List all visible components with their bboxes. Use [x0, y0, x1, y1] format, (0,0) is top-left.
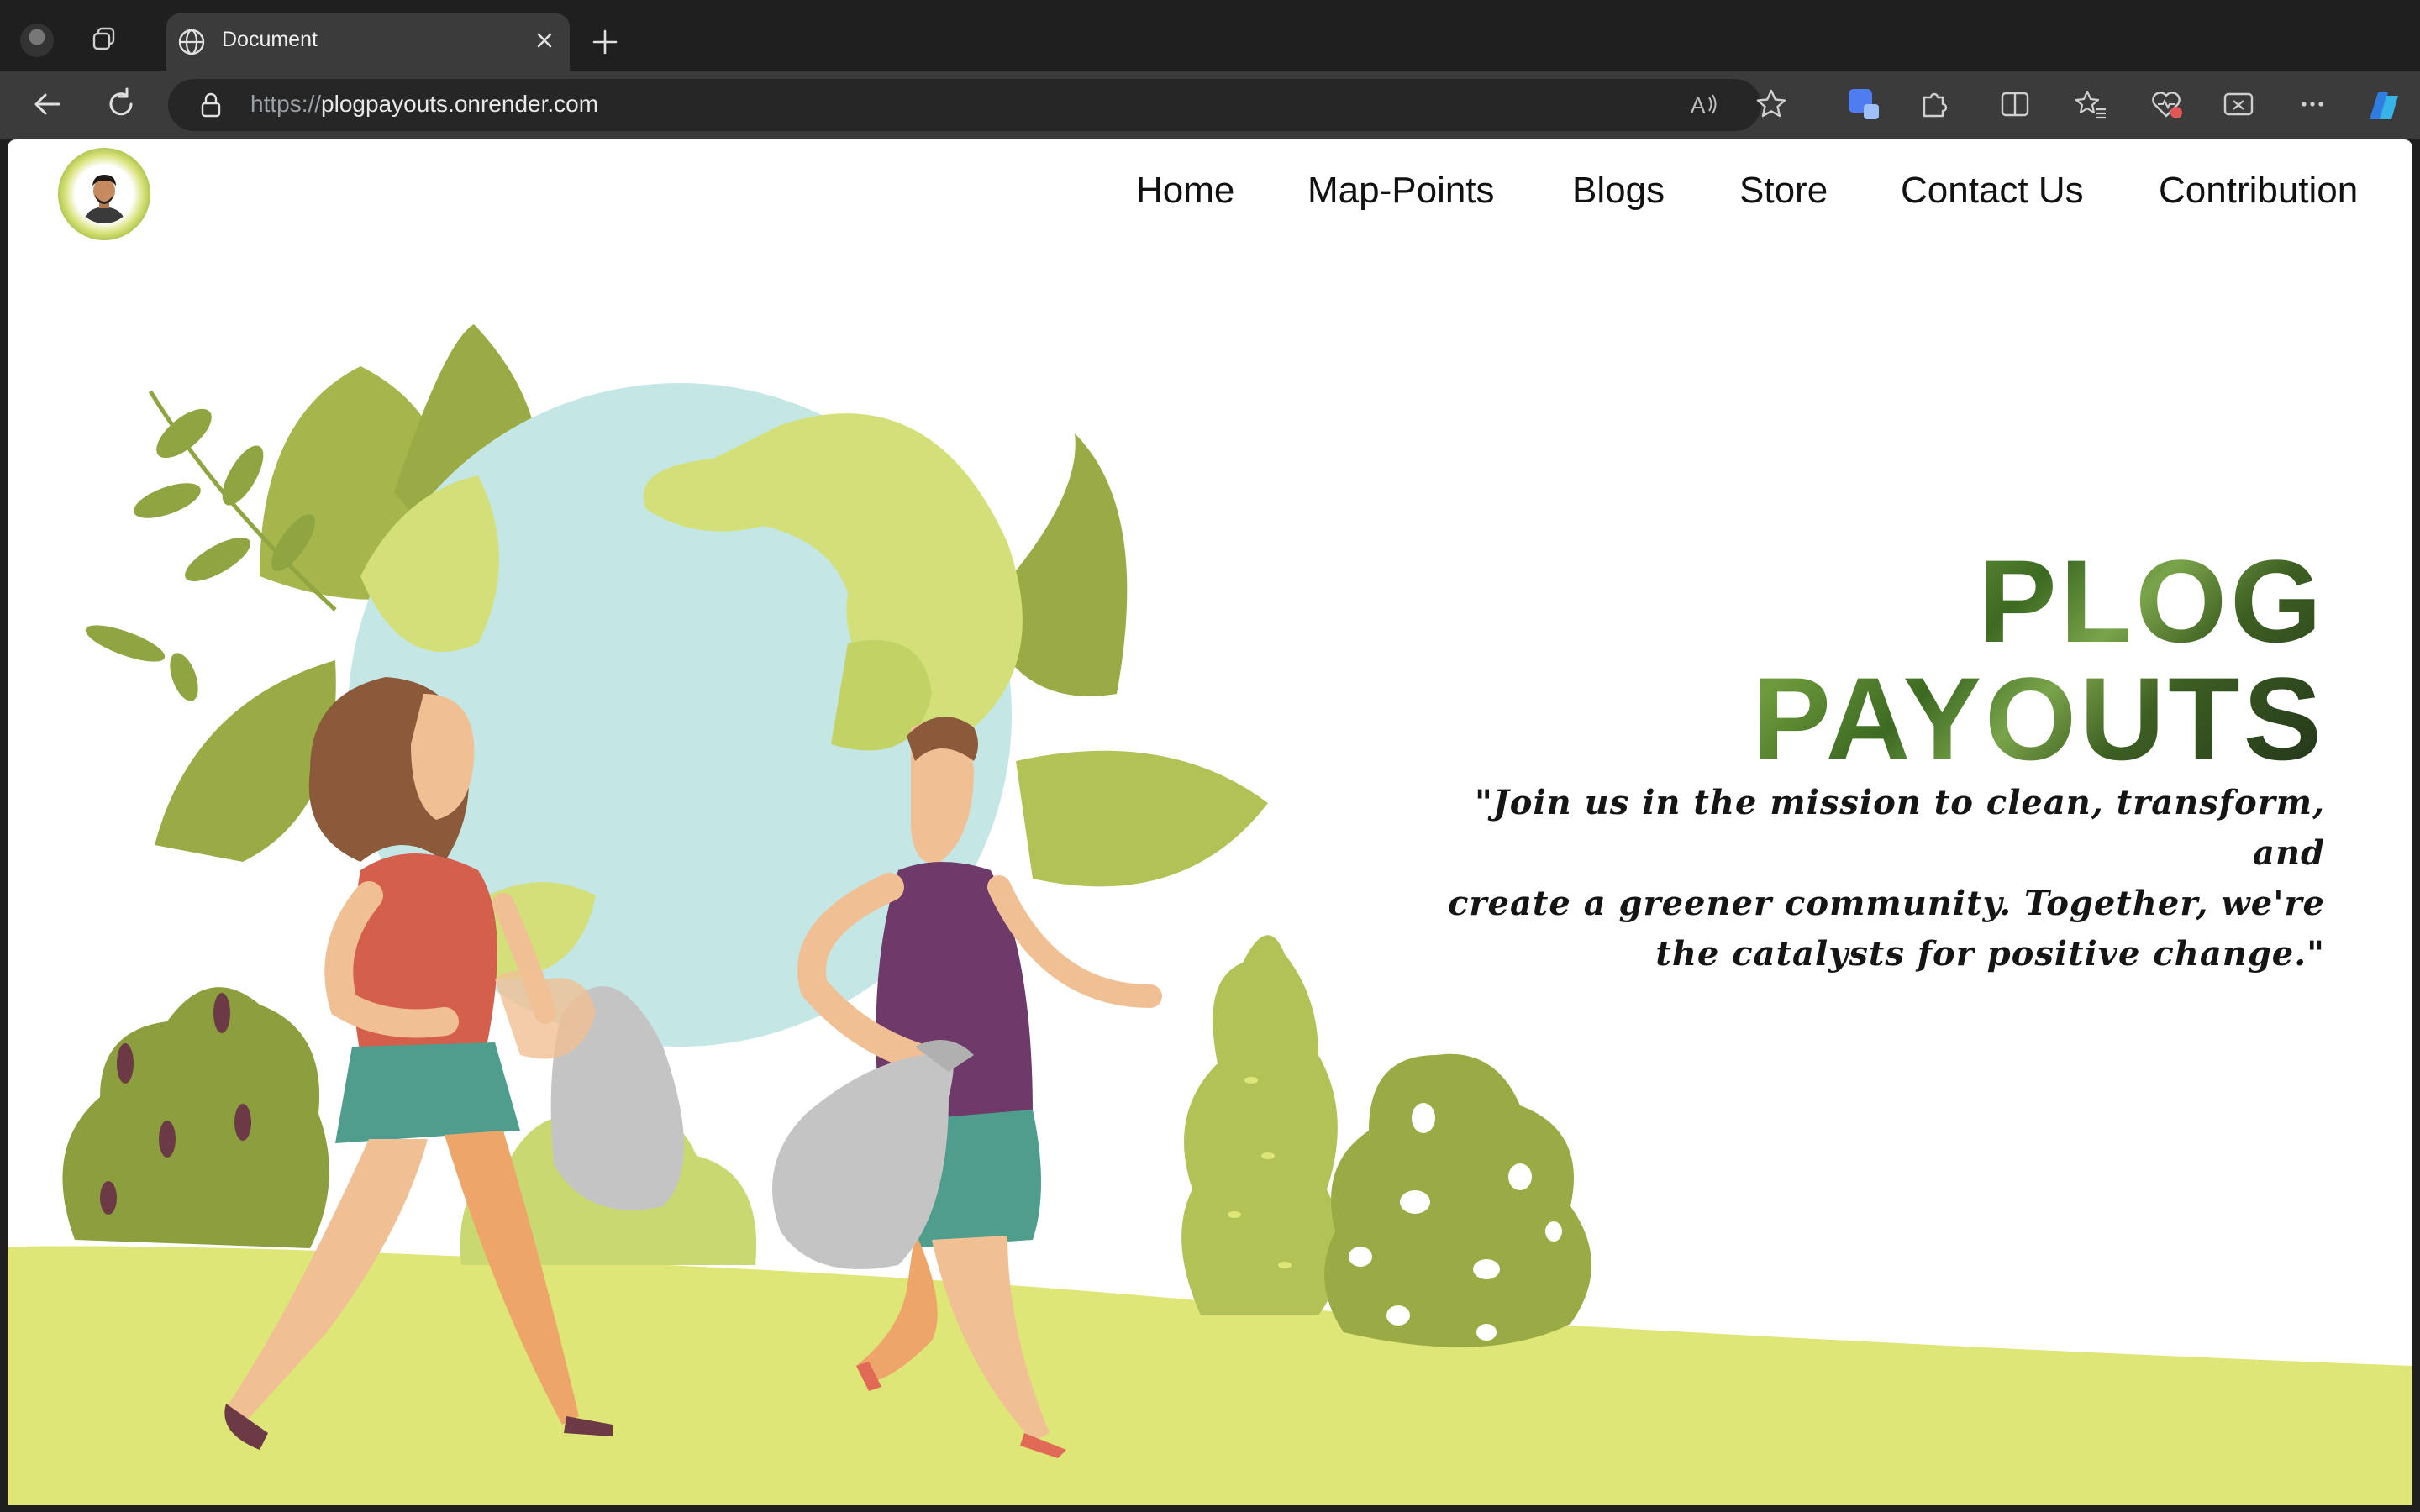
hero-title-line1: PLOG	[1978, 535, 2325, 667]
lock-icon[interactable]	[197, 91, 225, 119]
favorites-icon[interactable]	[2072, 86, 2109, 123]
bush-tall	[1181, 935, 1342, 1315]
plus-icon[interactable]	[588, 25, 622, 59]
back-icon[interactable]	[27, 84, 67, 124]
more-icon[interactable]	[2294, 86, 2331, 123]
woman-skirt	[335, 1042, 520, 1143]
puzzle-icon[interactable]	[1916, 86, 1953, 123]
close-icon[interactable]	[531, 27, 558, 54]
web-page: Home Map-Points Blogs Store Contact Us C…	[8, 139, 2412, 1505]
url-text[interactable]: https://plogpayouts.onrender.com	[250, 91, 598, 118]
extension-icon[interactable]	[1845, 86, 1882, 123]
hero-quote-line1: "Join us in the mission to clean, transf…	[1475, 783, 2325, 873]
nav-contribution[interactable]: Contribution	[2159, 170, 2358, 212]
avatar-face	[75, 165, 134, 223]
hero-quote-line2: create a greener community. Together, we…	[1448, 884, 2325, 923]
hero-title: PLOG PAYOUTS	[1752, 543, 2325, 778]
url-scheme: https://	[250, 91, 322, 117]
copilot-icon[interactable]	[2363, 86, 2400, 123]
globe-icon	[176, 27, 207, 57]
nav-map-points[interactable]: Map-Points	[1307, 170, 1495, 212]
favorite-star-icon[interactable]	[1753, 86, 1790, 123]
screenshot-icon[interactable]	[2220, 86, 2257, 123]
nav-home[interactable]: Home	[1136, 170, 1234, 212]
refresh-icon[interactable]	[101, 84, 141, 124]
tab-title: Document	[222, 28, 318, 51]
hero-title-line2: PAYOUTS	[1752, 653, 2325, 785]
browser-essentials-icon[interactable]	[2148, 86, 2185, 123]
split-screen-icon[interactable]	[1996, 86, 2033, 123]
hero-quote-line3: the catalysts for positive change."	[1655, 934, 2325, 974]
nav-contact-us[interactable]: Contact Us	[1901, 170, 2084, 212]
workspaces-icon[interactable]	[87, 22, 121, 55]
leaf-right-low	[1016, 750, 1268, 887]
url-host: plogpayouts.onrender.com	[321, 91, 599, 117]
read-aloud-icon[interactable]: A	[1686, 86, 1723, 123]
nav-store[interactable]: Store	[1739, 170, 1828, 212]
svg-text:A: A	[1691, 92, 1706, 118]
nav-blogs[interactable]: Blogs	[1572, 170, 1665, 212]
bush-spotted	[1324, 1053, 1591, 1347]
browser-tab-bar: Document	[0, 0, 2420, 71]
profile-icon[interactable]	[20, 24, 54, 57]
hero-quote: "Join us in the mission to clean, transf…	[1401, 778, 2325, 979]
